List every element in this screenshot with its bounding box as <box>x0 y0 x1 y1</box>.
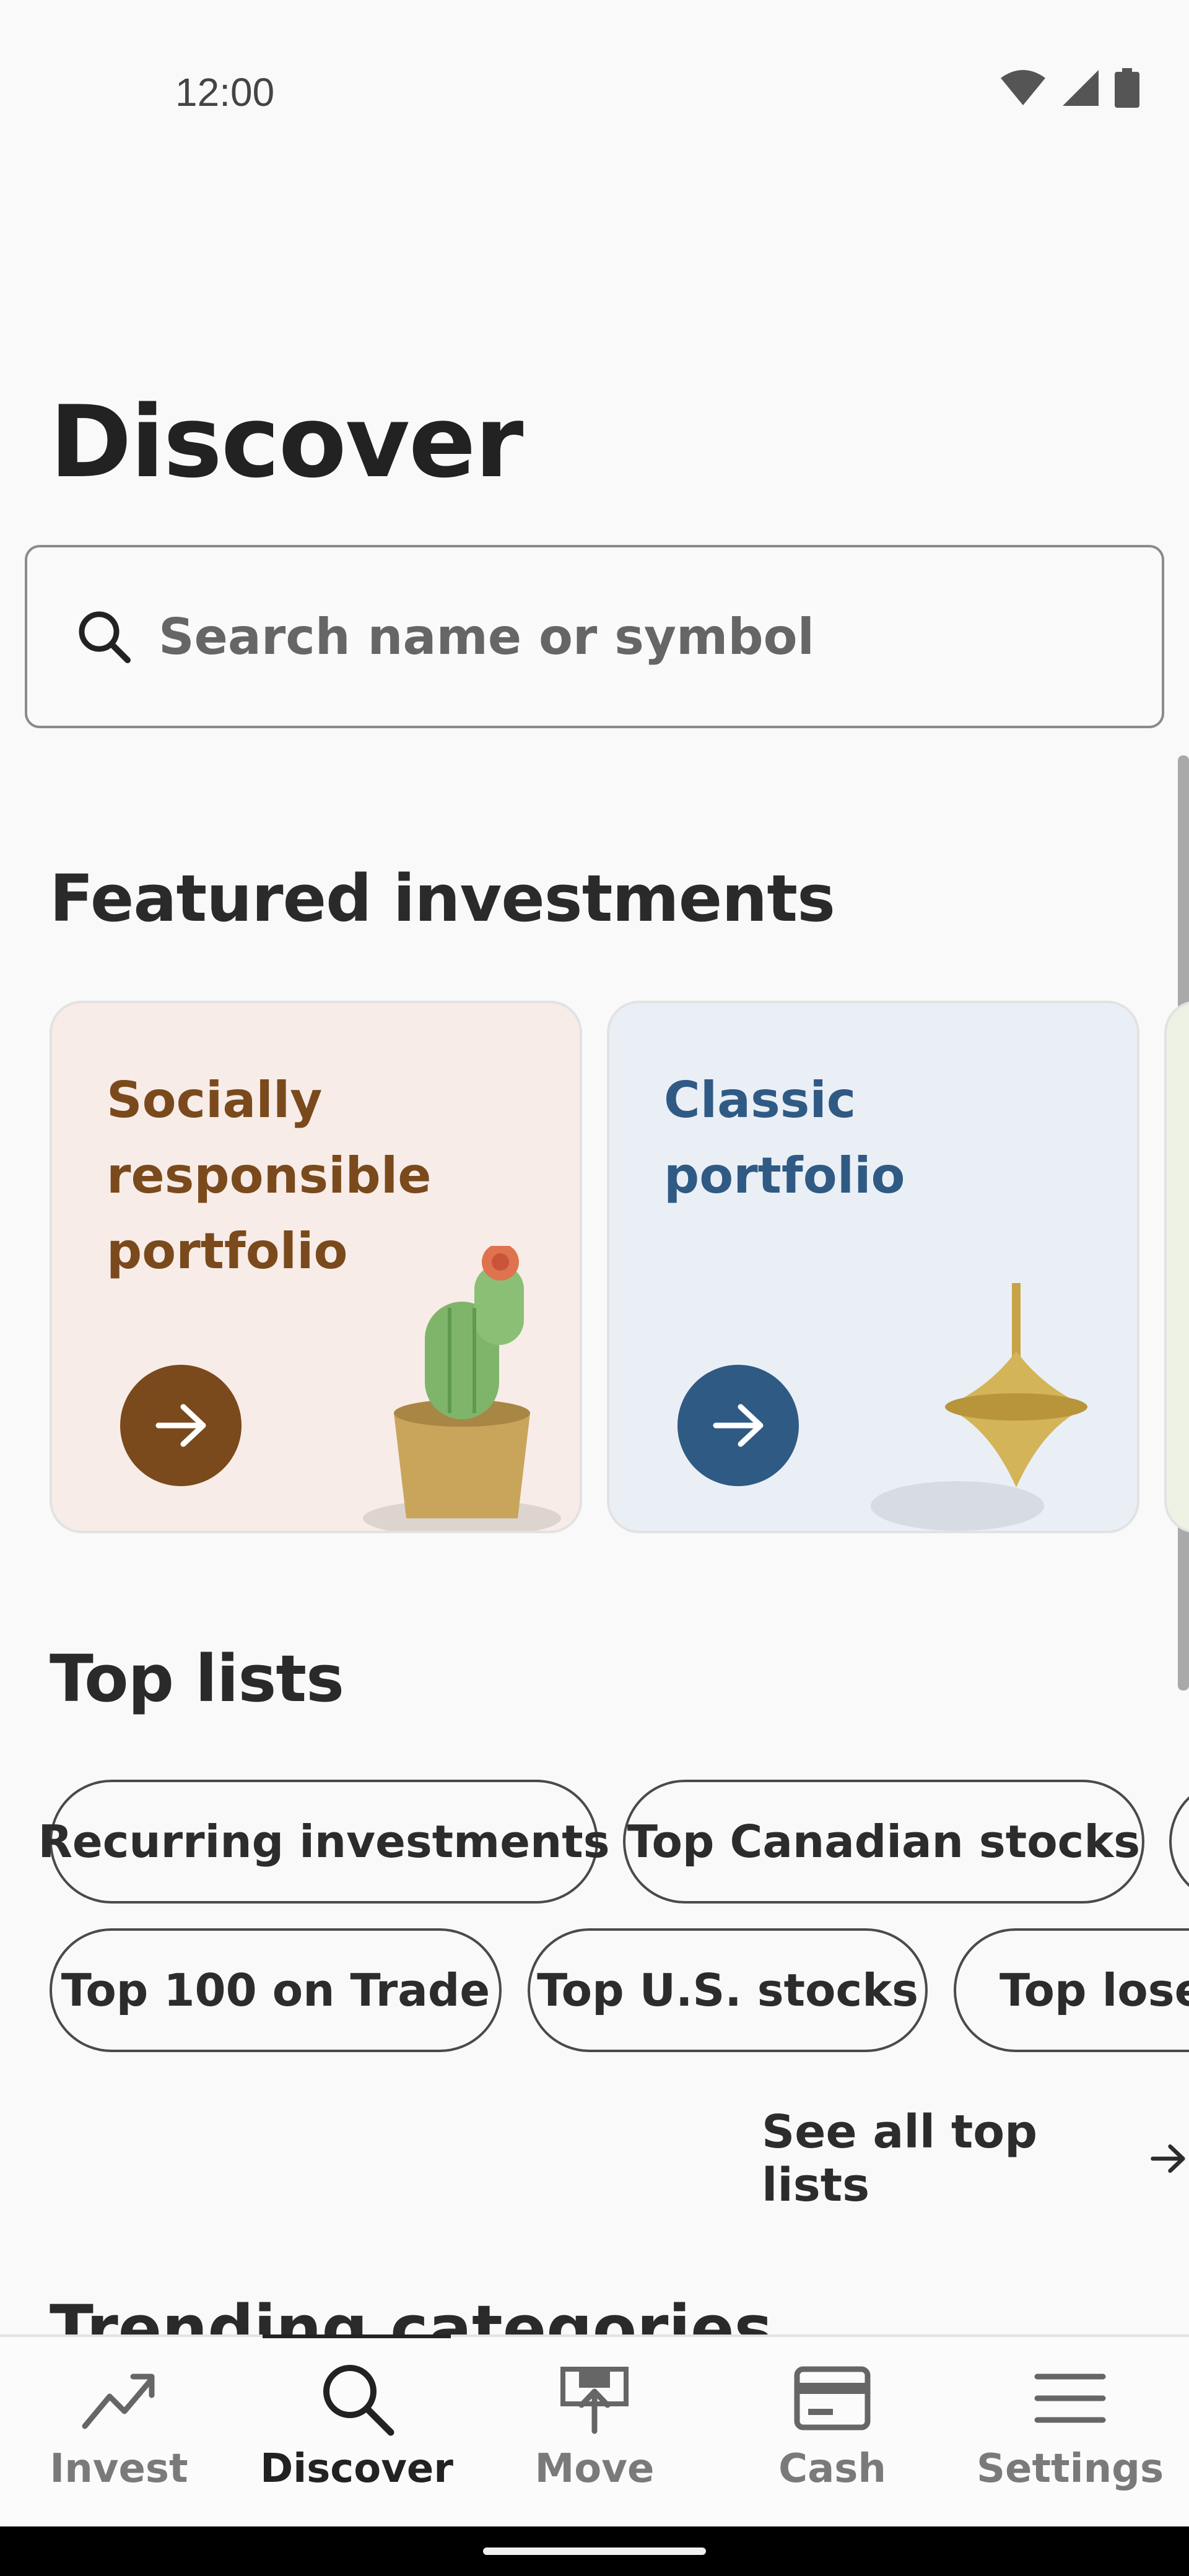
nav-label: Cash <box>778 2446 886 2492</box>
top-lists-section-title: Top lists <box>50 1641 344 1717</box>
featured-card-classic[interactable]: Classic portfolio <box>607 1001 1139 1533</box>
card-title: Classic portfolio <box>664 1071 905 1204</box>
arrow-button[interactable] <box>677 1365 799 1486</box>
cactus-illustration <box>363 1246 561 1531</box>
search-input[interactable]: Search name or symbol <box>25 545 1164 728</box>
nav-discover[interactable]: Discover <box>238 2334 476 2526</box>
arrow-right-icon <box>1151 2144 1185 2173</box>
search-icon <box>79 611 131 663</box>
arrow-right-icon <box>155 1404 206 1447</box>
menu-icon <box>1034 2374 1106 2423</box>
chip-top-us-stocks[interactable]: Top U.S. stocks <box>528 1928 928 2052</box>
active-tab-indicator <box>263 2334 451 2338</box>
nav-cash[interactable]: Cash <box>713 2337 951 2526</box>
nav-label: Discover <box>260 2446 453 2492</box>
battery-icon <box>1115 68 1139 108</box>
nav-label: Invest <box>50 2446 188 2492</box>
arrow-button[interactable] <box>120 1365 242 1486</box>
nav-invest[interactable]: Invest <box>0 2337 238 2526</box>
trending-up-icon <box>82 2374 155 2429</box>
chip-next[interactable] <box>1169 1780 1189 1904</box>
chip-recurring-investments[interactable]: Recurring investments <box>38 1780 610 1904</box>
featured-card-socially-responsible[interactable]: Socially responsible portfolio <box>50 1001 582 1533</box>
home-gesture-handle[interactable] <box>483 2548 706 2555</box>
bottom-nav: Invest Discover Move Cash Settings <box>0 2334 1189 2526</box>
featured-section-title: Featured investments <box>50 861 835 936</box>
discover-screen: 12:00 Discover Search name or symbol Fea… <box>0 0 1189 2576</box>
card-icon <box>794 2366 871 2430</box>
wifi-icon <box>1001 70 1045 105</box>
nav-move[interactable]: Move <box>476 2337 713 2526</box>
search-icon <box>323 2365 394 2436</box>
featured-card-next[interactable] <box>1164 1001 1189 1533</box>
chip-top-canadian-stocks[interactable]: Top Canadian stocks <box>623 1780 1144 1904</box>
page-title: Discover <box>50 384 523 500</box>
nav-settings[interactable]: Settings <box>951 2337 1189 2526</box>
search-placeholder: Search name or symbol <box>159 607 814 666</box>
spinning-top-illustration <box>871 1283 1087 1531</box>
signal-icon <box>1063 70 1099 106</box>
move-money-icon <box>560 2367 629 2434</box>
nav-label: Move <box>534 2446 655 2492</box>
chip-top-100-on-trade[interactable]: Top 100 on Trade <box>50 1928 502 2052</box>
arrow-right-icon <box>713 1404 764 1447</box>
status-time: 12:00 <box>175 70 275 115</box>
see-all-label: See all top lists <box>762 2105 1038 2212</box>
chip-top-losers[interactable]: Top loser <box>954 1928 1189 2052</box>
nav-label: Settings <box>976 2446 1164 2492</box>
status-icons <box>1000 68 1139 108</box>
see-all-top-lists-link[interactable]: See all top lists <box>762 2105 1189 2212</box>
